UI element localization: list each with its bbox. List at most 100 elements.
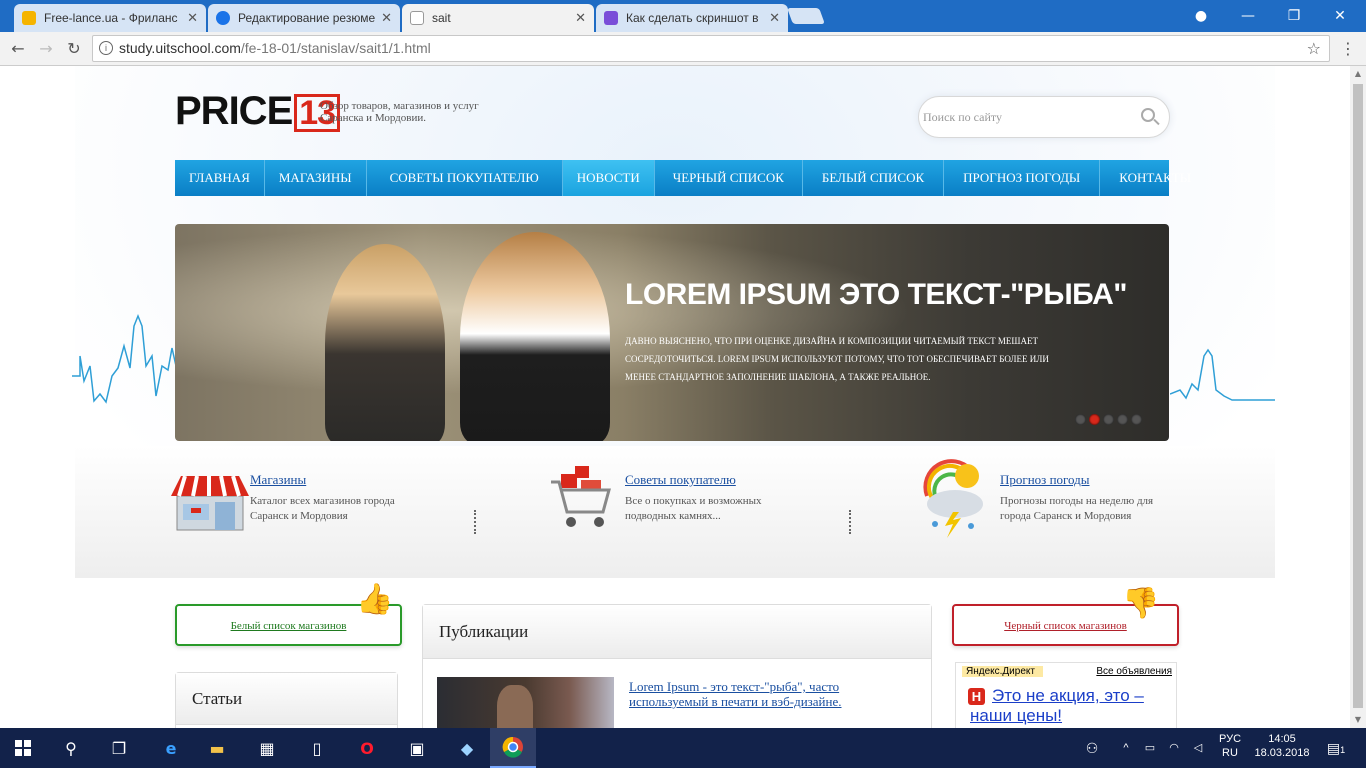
menu-item-news[interactable]: НОВОСТИ	[562, 160, 655, 196]
tab-screenshot[interactable]: Как сделать скриншот в ✕	[596, 4, 788, 32]
volume-icon[interactable]: ◁	[1188, 728, 1208, 768]
ad-all-link[interactable]: Все объявления	[1096, 666, 1172, 677]
logo-text: PRICE	[175, 89, 293, 133]
site-info-icon[interactable]: i	[99, 41, 113, 55]
menu-item-weather[interactable]: ПРОГНОЗ ПОГОДЫ	[944, 160, 1101, 196]
back-arrow-icon[interactable]: ←	[6, 37, 30, 61]
menu-kebab-icon[interactable]: ⋮	[1336, 37, 1360, 61]
resume-favicon-icon	[216, 11, 230, 25]
url-host: study.uitschool.com	[119, 40, 241, 56]
search-icon[interactable]	[1141, 108, 1155, 122]
black-list-link[interactable]: Черный список магазинов	[954, 620, 1177, 632]
chrome-icon[interactable]	[490, 728, 536, 768]
thumbnail-figure	[497, 685, 533, 728]
feature-tips-link[interactable]: Советы покупателю	[625, 472, 736, 488]
restore-button[interactable]: ❐	[1276, 4, 1312, 28]
action-center-icon[interactable]: ▤1	[1322, 728, 1350, 768]
scroll-up-icon[interactable]: ▲	[1350, 66, 1366, 82]
publication-thumbnail[interactable]	[437, 677, 614, 728]
paint-app-icon[interactable]: ◆	[444, 728, 490, 768]
search-icon[interactable]: ⚲	[48, 728, 94, 768]
scrollbar-thumb[interactable]	[1353, 84, 1363, 708]
banner-photo-woman-left	[325, 244, 445, 441]
tray-chevron-icon[interactable]: ^	[1116, 728, 1136, 768]
document-icon[interactable]: ▯	[294, 728, 340, 768]
feature-tips-desc: Все о покупках и возможных подводных кам…	[625, 495, 762, 522]
file-explorer-icon[interactable]: ▬	[194, 728, 240, 768]
menu-item-blacklist[interactable]: ЧЕРНЫЙ СПИСОК	[655, 160, 803, 196]
banner-headline: LOREM IPSUM ЭТО ТЕКСТ-"РЫБА"	[625, 278, 1128, 311]
menu-item-shops[interactable]: МАГАЗИНЫ	[265, 160, 367, 196]
slider-dot-active[interactable]	[1089, 414, 1100, 425]
articles-title: Статьи	[176, 673, 397, 725]
features-section: Магазины Каталог всех магазинов города С…	[75, 446, 1275, 578]
slider-dot[interactable]	[1075, 414, 1086, 425]
people-icon[interactable]: ⚇	[1080, 728, 1104, 768]
store-icon[interactable]: ▦	[244, 728, 290, 768]
language-indicator[interactable]: РУС RU	[1212, 728, 1248, 768]
scroll-down-icon[interactable]: ▼	[1350, 712, 1366, 728]
publications-title: Публикации	[423, 605, 931, 659]
app-icon[interactable]: ▣	[394, 728, 440, 768]
bookmark-star-icon[interactable]: ☆	[1307, 36, 1321, 61]
clock-time: 14:05	[1268, 733, 1296, 745]
close-tab-icon[interactable]: ✕	[381, 10, 392, 26]
banner-text: Давно выяснено, что при оценке дизайна и…	[625, 336, 1049, 382]
thumbs-down-icon: 👎	[1122, 586, 1160, 621]
minimize-button[interactable]: —	[1230, 4, 1266, 28]
clock[interactable]: 14:05 18.03.2018	[1252, 728, 1312, 768]
feature-shops-link[interactable]: Магазины	[250, 472, 306, 488]
right-skyline-decoration	[1170, 348, 1275, 401]
menu-item-tips[interactable]: СОВЕТЫ ПОКУПАТЕЛЮ	[367, 160, 563, 196]
windows-start-icon[interactable]	[0, 728, 46, 768]
opera-icon[interactable]: O	[344, 728, 390, 768]
banner-photo-woman-right	[460, 232, 610, 441]
edge-browser-icon[interactable]: e	[148, 728, 194, 768]
close-tab-icon[interactable]: ✕	[769, 10, 780, 26]
slider-dot[interactable]	[1131, 414, 1142, 425]
search-placeholder: Поиск по сайту	[923, 110, 1002, 124]
site-logo[interactable]: PRICE 13	[175, 89, 341, 133]
wifi-icon[interactable]: ◠	[1164, 728, 1184, 768]
new-tab-button[interactable]	[787, 8, 825, 24]
close-window-button[interactable]: ✕	[1322, 4, 1358, 28]
tab-title: Free-lance.ua - Фриланс	[44, 11, 178, 25]
chrome-logo	[502, 736, 523, 758]
page-scrollbar[interactable]: ▲ ▼	[1350, 66, 1366, 728]
language-bottom: RU	[1222, 747, 1238, 759]
menu-item-home[interactable]: ГЛАВНАЯ	[175, 160, 265, 196]
shopping-cart-icon	[551, 466, 611, 527]
page-favicon-icon	[410, 11, 424, 25]
slider-dots	[1075, 414, 1145, 425]
task-view-icon[interactable]: ❐	[96, 728, 142, 768]
tab-freelance[interactable]: Free-lance.ua - Фриланс ✕	[14, 4, 206, 32]
close-tab-icon[interactable]: ✕	[187, 10, 198, 26]
site-search-input[interactable]: Поиск по сайту	[918, 96, 1170, 138]
hero-banner[interactable]: LOREM IPSUM ЭТО ТЕКСТ-"РЫБА" Давно выясн…	[175, 224, 1169, 441]
reload-icon[interactable]: ↻	[62, 37, 86, 61]
divider	[849, 510, 851, 534]
publication-link[interactable]: Lorem Ipsum - это текст-"рыба", часто ис…	[629, 679, 879, 709]
feature-weather-link[interactable]: Прогноз погоды	[1000, 472, 1090, 488]
menu-item-whitelist[interactable]: БЕЛЫЙ СПИСОК	[803, 160, 945, 196]
profile-icon[interactable]: ●	[1183, 4, 1219, 28]
menu-item-contacts[interactable]: КОНТАКТЫ	[1100, 160, 1210, 196]
left-skyline-decoration	[72, 313, 182, 404]
articles-panel: Статьи	[175, 672, 398, 728]
clock-date: 18.03.2018	[1254, 747, 1310, 759]
slider-dot[interactable]	[1117, 414, 1128, 425]
url-path: /fe-18-01/stanislav/sait1/1.html	[240, 40, 431, 56]
battery-icon[interactable]: ▭	[1140, 728, 1160, 768]
ad-text-link[interactable]: Это не акция, это – наши цены!	[970, 686, 1180, 726]
white-list-link[interactable]: Белый список магазинов	[177, 620, 400, 632]
windows-logo	[15, 740, 31, 756]
close-tab-icon[interactable]: ✕	[575, 10, 586, 26]
address-bar[interactable]: i study.uitschool.com/fe-18-01/stanislav…	[92, 35, 1330, 62]
tab-resume[interactable]: Редактирование резюме ✕	[208, 4, 400, 32]
slider-dot[interactable]	[1103, 414, 1114, 425]
forward-arrow-icon[interactable]: →	[34, 37, 58, 61]
tab-sait[interactable]: sait ✕	[402, 4, 594, 32]
weather-icon	[923, 459, 983, 538]
language-top: РУС	[1218, 733, 1242, 745]
publications-panel: Публикации Lorem Ipsum - это текст-"рыба…	[422, 604, 932, 728]
